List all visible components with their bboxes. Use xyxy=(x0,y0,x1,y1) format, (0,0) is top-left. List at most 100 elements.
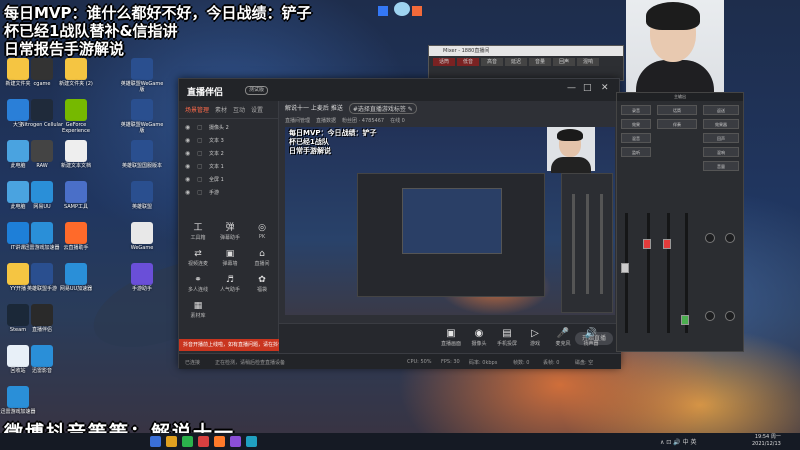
source-button[interactable]: 🎤 麦克风 xyxy=(549,328,577,347)
desktop-app-icon xyxy=(131,140,153,162)
tool-button[interactable]: ◎ PK xyxy=(247,223,277,240)
maximize-button[interactable]: □ xyxy=(583,83,592,93)
source-button[interactable]: 🔊 扬声器 xyxy=(577,328,605,347)
tab-settings[interactable]: 设置 xyxy=(251,105,263,114)
mini-mixer-cell[interactable]: 音量 xyxy=(529,58,551,66)
taskbar-app-icon[interactable] xyxy=(230,436,241,447)
volume-fader[interactable] xyxy=(681,315,689,325)
desktop-icon[interactable]: 英雄联盟国服版本 xyxy=(120,140,164,169)
mini-mixer-cell[interactable]: 混响 xyxy=(577,58,599,66)
system-tray[interactable]: ∧ ⊡ 🔊 中 英 xyxy=(660,437,697,446)
scene-item[interactable]: ◉ ▢ 文本 3 xyxy=(185,134,272,147)
mixer-button[interactable]: 混音 xyxy=(621,133,651,143)
mixer-button[interactable]: 伴奏 xyxy=(657,119,697,129)
mixer-button[interactable]: 音量 xyxy=(703,161,739,171)
visibility-eye-icon[interactable]: ◉ xyxy=(185,189,193,196)
source-button[interactable]: ▷ 游戏 xyxy=(521,328,549,347)
gain-knob[interactable] xyxy=(705,311,715,321)
desktop-icon[interactable]: 直播伴侣 xyxy=(20,304,64,333)
tab-interact[interactable]: 互动 xyxy=(233,105,245,114)
tool-button[interactable]: ▣ 弹幕墙 xyxy=(215,249,245,267)
tool-button[interactable]: 弹弹幕助手 xyxy=(215,223,245,241)
desktop-icon[interactable]: 英雄联盟WeGame版 xyxy=(120,99,164,134)
tool-button[interactable]: ▦ 素材库 xyxy=(183,301,213,319)
floating-app-icon[interactable] xyxy=(378,6,388,16)
desktop-icon[interactable]: 云直播助手 xyxy=(54,222,98,251)
live-preview-canvas[interactable]: 每日MVP：今日战绩：铲子 杯已经1战队 日常手游解说 xyxy=(285,127,615,315)
gain-knob[interactable] xyxy=(725,311,735,321)
desktop-icon[interactable]: 英雄联盟WeGame版 xyxy=(120,58,164,93)
desktop-icon-label: 迅雷影音 xyxy=(31,368,52,374)
source-button[interactable]: ▤ 手机投屏 xyxy=(493,328,521,347)
desktop-icon[interactable]: 手游助手 xyxy=(120,263,164,292)
source-label: 直播画面 xyxy=(440,341,461,347)
tab-material[interactable]: 素材 xyxy=(215,105,227,114)
mini-mixer-window[interactable]: Mixer - 1880直播间 话筒 低音 高音 延迟 音量 回声 混响 xyxy=(428,45,624,81)
desktop-icon[interactable]: 迅雷游戏加速器 xyxy=(0,386,40,415)
volume-fader[interactable] xyxy=(643,239,651,249)
mini-mixer-cell[interactable]: 低音 xyxy=(457,58,479,66)
desktop-icon[interactable]: 英雄联盟 xyxy=(120,181,164,210)
desktop-icon[interactable]: GeForce Experience xyxy=(54,99,98,134)
mixer-button[interactable]: 监听 xyxy=(621,147,651,157)
source-icon: ▷ xyxy=(531,328,539,339)
desktop-icon[interactable]: WeGame xyxy=(120,222,164,251)
desktop-icon[interactable]: 网易UU加速器 xyxy=(54,263,98,292)
visibility-eye-icon[interactable]: ◉ xyxy=(185,150,193,157)
mixer-button[interactable]: 混响 xyxy=(703,147,739,157)
mixer-button[interactable]: 返送 xyxy=(703,105,739,115)
visibility-eye-icon[interactable]: ◉ xyxy=(185,137,193,144)
floating-app-icon[interactable] xyxy=(412,6,422,16)
scene-item[interactable]: ◉ ▢ 文本 2 xyxy=(185,147,272,160)
tool-button[interactable]: ♬ 人气助手 xyxy=(215,275,245,293)
room-manage-link[interactable]: 直播间管理 xyxy=(285,117,310,124)
scene-item[interactable]: ◉ ▢ 手游 xyxy=(185,186,272,199)
minimize-button[interactable]: — xyxy=(567,83,576,93)
mini-mixer-cell[interactable]: 话筒 xyxy=(433,58,455,66)
gain-knob[interactable] xyxy=(705,233,715,243)
taskbar-app-icon[interactable] xyxy=(150,436,161,447)
taskbar-app-icon[interactable] xyxy=(198,436,209,447)
taskbar-clock[interactable]: 19:54 周一 2021/12/13 xyxy=(752,434,781,448)
taskbar-app-icon[interactable] xyxy=(214,436,225,447)
source-button[interactable]: ▣ 直播画面 xyxy=(437,328,465,347)
volume-fader[interactable] xyxy=(663,239,671,249)
close-button[interactable]: ✕ xyxy=(601,83,609,93)
desktop-icon[interactable]: 迅雷影音 xyxy=(20,345,64,374)
notice-banner[interactable]: 抖音开播前上线啦，如有直播问题，请在抖音后台反馈 xyxy=(179,339,279,351)
tool-button[interactable]: ⚭ 多人连线 xyxy=(183,275,213,293)
mixer-button[interactable]: 回声 xyxy=(703,133,739,143)
scene-item[interactable]: ◉ ▢ 摄像头 2 xyxy=(185,121,272,134)
desktop-icon-label: WeGame xyxy=(130,245,154,251)
mixer-button[interactable]: 话筒 xyxy=(657,105,697,115)
tab-scene[interactable]: 场景管理 xyxy=(185,105,209,114)
scene-item[interactable]: ◉ ▢ 文本 1 xyxy=(185,160,272,173)
live-data-link[interactable]: 直播数据 xyxy=(316,117,336,124)
mixer-button[interactable]: 录音 xyxy=(621,105,651,115)
visibility-eye-icon[interactable]: ◉ xyxy=(185,176,193,183)
floating-assistant-icon[interactable] xyxy=(394,2,410,16)
desktop-icon[interactable]: 新建文件夹 (2) xyxy=(54,58,98,87)
tool-button[interactable]: ⌂ 直播间 xyxy=(247,249,277,267)
mixer-button[interactable]: 效果器 xyxy=(703,119,739,129)
gain-knob[interactable] xyxy=(725,233,735,243)
taskbar-app-icon[interactable] xyxy=(166,436,177,447)
tool-button[interactable]: ⇄ 视频连麦 xyxy=(183,249,213,267)
tool-button[interactable]: 工工具箱 xyxy=(183,223,213,241)
desktop-icon[interactable]: SAMP工具 xyxy=(54,181,98,210)
volume-fader[interactable] xyxy=(621,263,629,273)
visibility-eye-icon[interactable]: ◉ xyxy=(185,163,193,170)
game-tag-button[interactable]: #选择直播游戏标签 ✎ xyxy=(348,103,417,114)
source-button[interactable]: ◉ 摄像头 xyxy=(465,328,493,347)
desktop-icon[interactable]: 新建文本文档 xyxy=(54,140,98,169)
mixer-button[interactable]: 效果 xyxy=(621,119,651,129)
visibility-eye-icon[interactable]: ◉ xyxy=(185,124,193,131)
mini-mixer-cell[interactable]: 高音 xyxy=(481,58,503,66)
stream-title[interactable]: 解说十一 上麦后 推送 xyxy=(285,103,343,114)
taskbar-app-icon[interactable] xyxy=(246,436,257,447)
scene-item[interactable]: ◉ ▢ 全屏 1 xyxy=(185,173,272,186)
taskbar-app-icon[interactable] xyxy=(182,436,193,447)
mini-mixer-cell[interactable]: 回声 xyxy=(553,58,575,66)
tool-button[interactable]: ✿ 福袋 xyxy=(247,275,277,293)
mini-mixer-cell[interactable]: 延迟 xyxy=(505,58,527,66)
